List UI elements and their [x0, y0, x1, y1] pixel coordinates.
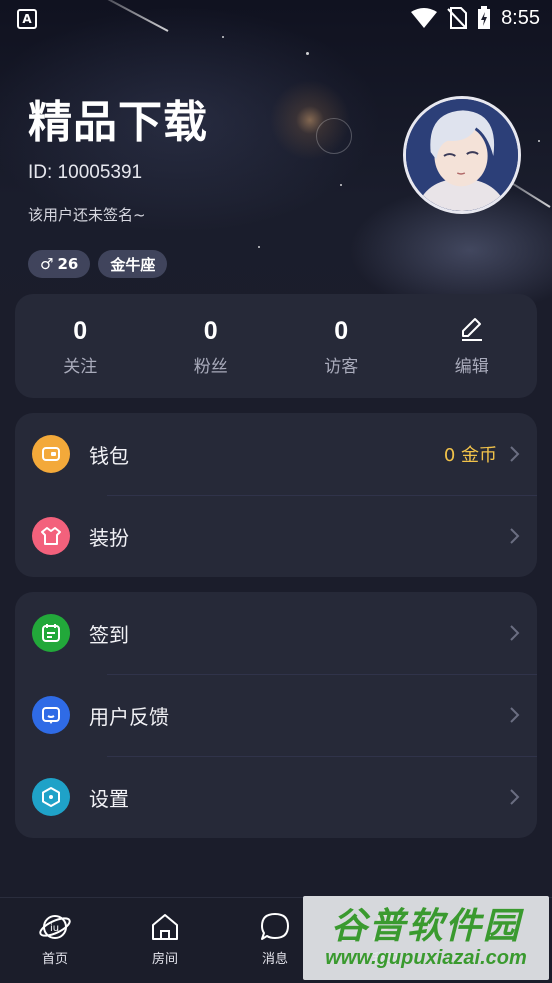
nav-tab-home[interactable]: iu 首页: [0, 898, 110, 983]
planet-ring-decoration: [316, 118, 352, 154]
chevron-right-icon: [510, 789, 520, 805]
chat-bubble-icon: [261, 913, 289, 940]
chevron-right-icon: [510, 528, 520, 544]
nav-tab-room[interactable]: 房间: [110, 898, 220, 983]
star-decoration: [538, 140, 540, 142]
settings-hex-icon: [32, 778, 70, 816]
stat-value: 0: [203, 316, 218, 345]
shirt-icon: [32, 517, 70, 555]
battery-charging-icon: [478, 6, 491, 29]
feedback-icon: [32, 696, 70, 734]
user-signature[interactable]: 该用户还未签名~: [28, 204, 146, 225]
menu-item-wallet[interactable]: 钱包 0 金币: [15, 413, 537, 495]
svg-text:iu: iu: [50, 923, 59, 934]
stat-followers[interactable]: 0 粉丝: [146, 294, 277, 398]
edit-pencil-icon: [461, 317, 482, 341]
zodiac-badge: 金牛座: [98, 250, 168, 278]
stat-following[interactable]: 0 关注: [15, 294, 146, 398]
username-title: 精品下载: [28, 97, 208, 148]
status-bar: A 8:55: [0, 0, 552, 40]
menu-label: 用户反馈: [89, 704, 169, 729]
edit-icon-wrap: [460, 316, 484, 346]
user-id: ID: 10005391: [28, 162, 143, 183]
chevron-right-icon: [510, 625, 520, 641]
app-notification-icon: A: [17, 9, 37, 29]
profile-tags: ♂ 26 金牛座: [28, 250, 168, 278]
avatar[interactable]: [403, 96, 521, 214]
star-decoration: [340, 184, 342, 186]
stat-label: 访客: [324, 356, 359, 377]
clock-time: 8:55: [501, 6, 540, 29]
menu-item-settings[interactable]: 设置: [15, 756, 537, 838]
planet-icon: iu: [39, 915, 71, 939]
stat-label: 关注: [63, 356, 98, 377]
menu-label: 设置: [89, 786, 129, 811]
anime-avatar-illustration: [406, 99, 518, 211]
edit-profile-button[interactable]: 编辑: [407, 294, 538, 398]
male-icon: ♂: [40, 255, 54, 273]
menu-card-wallet: 钱包 0 金币 装扮: [15, 413, 537, 577]
site-watermark: 谷普软件园 www.gupuxiazai.com: [303, 896, 549, 980]
nav-label: 消息: [261, 952, 288, 967]
edit-label: 编辑: [454, 356, 489, 377]
star-decoration: [306, 52, 309, 55]
chevron-right-icon: [510, 446, 520, 462]
menu-label: 装扮: [89, 525, 129, 550]
menu-item-checkin[interactable]: 签到: [15, 592, 537, 674]
stat-value: 0: [73, 316, 88, 345]
house-icon: [152, 914, 178, 940]
menu-label: 签到: [89, 622, 129, 647]
watermark-title: 谷普软件园: [330, 905, 521, 947]
menu-item-dressup[interactable]: 装扮: [15, 495, 537, 577]
wifi-icon: [411, 8, 438, 28]
star-decoration: [258, 246, 260, 248]
no-sim-icon: [447, 7, 468, 29]
age-value: 26: [57, 255, 79, 273]
menu-label: 钱包: [89, 443, 129, 468]
stat-value: 0: [334, 316, 349, 345]
calendar-check-icon: [32, 614, 70, 652]
menu-card-general: 签到 用户反馈 设置: [15, 592, 537, 838]
watermark-url: www.gupuxiazai.com: [325, 946, 527, 969]
chevron-right-icon: [510, 707, 520, 723]
wallet-icon: [32, 435, 70, 473]
gender-age-badge: ♂ 26: [28, 250, 91, 278]
nav-label: 首页: [41, 952, 68, 967]
stat-label: 粉丝: [193, 356, 228, 377]
coin-balance: 0 金币: [443, 445, 497, 466]
menu-item-feedback[interactable]: 用户反馈: [15, 674, 537, 756]
stats-card: 0 关注 0 粉丝 0 访客 编辑: [15, 294, 537, 398]
nav-label: 房间: [151, 952, 178, 967]
stat-visitors[interactable]: 0 访客: [276, 294, 407, 398]
